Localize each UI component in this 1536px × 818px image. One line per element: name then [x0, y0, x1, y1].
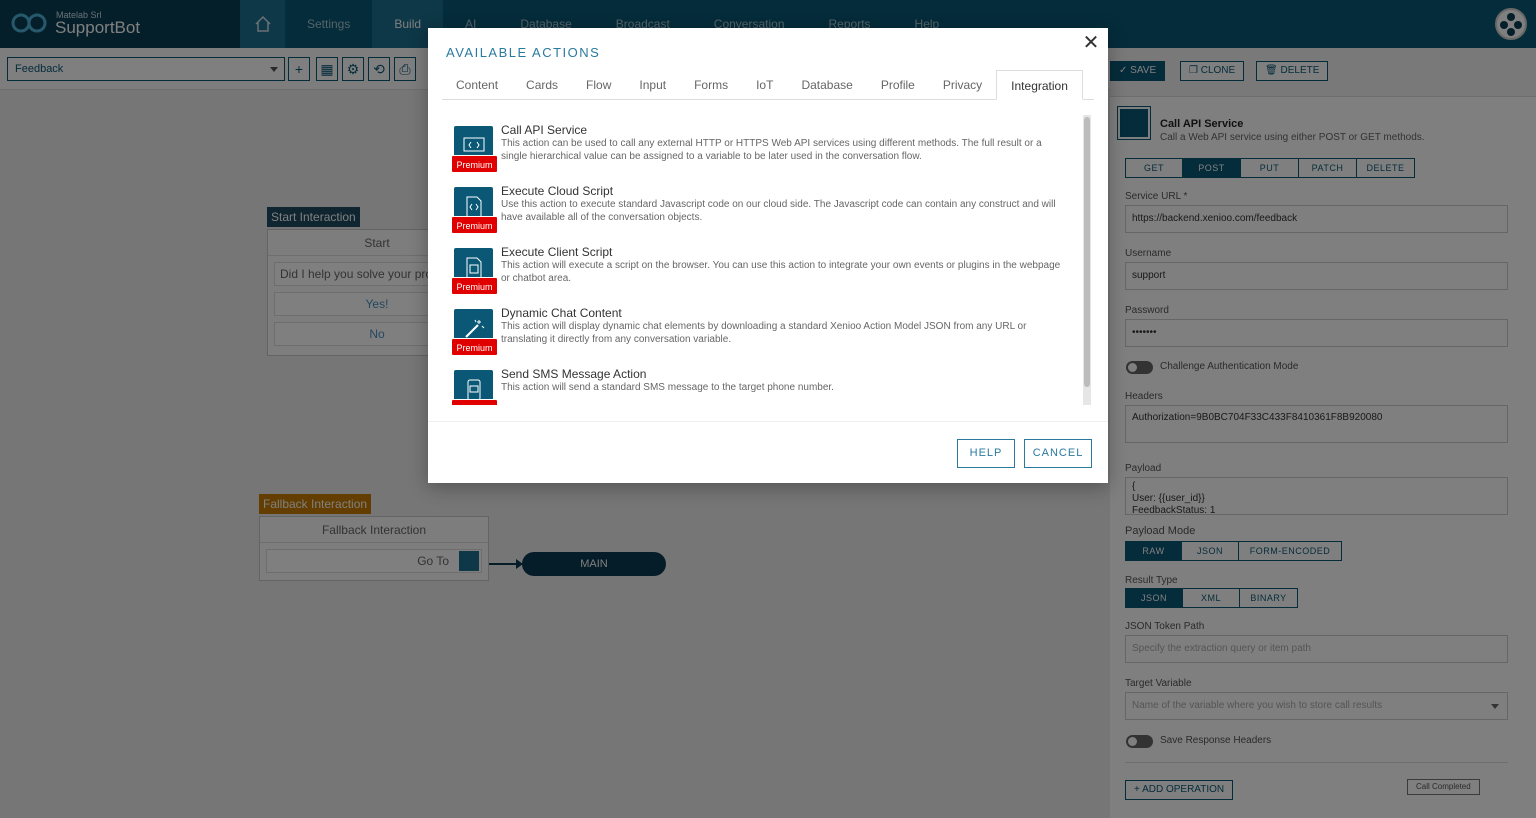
action-desc: This action can be used to call any exte…	[501, 138, 1042, 162]
dialog-title: AVAILABLE ACTIONS	[446, 45, 601, 60]
tab-profile[interactable]: Profile	[867, 70, 929, 100]
premium-badge: Premium	[451, 338, 498, 356]
premium-badge: Premium	[451, 216, 498, 234]
tab-input[interactable]: Input	[625, 70, 680, 100]
action-desc: Use this action to execute standard Java…	[501, 199, 1056, 223]
action-call-api[interactable]: Premium Call API Service This action can…	[451, 123, 1064, 181]
tab-forms[interactable]: Forms	[680, 70, 742, 100]
action-name: Execute Client Script	[501, 245, 613, 259]
tab-database[interactable]: Database	[787, 70, 866, 100]
tab-flow[interactable]: Flow	[572, 70, 625, 100]
tab-privacy[interactable]: Privacy	[929, 70, 996, 100]
action-send-sms[interactable]: Premium Send SMS Message Action This act…	[451, 367, 1064, 405]
action-name: Execute Cloud Script	[501, 184, 614, 198]
premium-badge: Premium	[451, 155, 498, 173]
action-desc: This action will display dynamic chat el…	[501, 321, 1027, 345]
premium-badge: Premium	[451, 399, 498, 405]
action-desc: This action will execute a script on the…	[501, 260, 1061, 284]
actions-list: Premium Call API Service This action can…	[442, 113, 1092, 405]
action-desc: This action will send a standard SMS mes…	[501, 382, 834, 393]
action-client-script[interactable]: Premium Execute Client Script This actio…	[451, 245, 1064, 303]
close-icon[interactable]: ✕	[1080, 32, 1102, 54]
action-cloud-script[interactable]: Premium Execute Cloud Script Use this ac…	[451, 184, 1064, 242]
action-dynamic-chat[interactable]: Premium Dynamic Chat Content This action…	[451, 306, 1064, 364]
action-name: Dynamic Chat Content	[501, 306, 622, 320]
help-button[interactable]: HELP	[957, 439, 1015, 468]
cancel-button[interactable]: CANCEL	[1024, 439, 1092, 468]
scrollbar-thumb[interactable]	[1084, 117, 1090, 387]
action-name: Send SMS Message Action	[501, 367, 647, 381]
action-category-tabs: Content Cards Flow Input Forms IoT Datab…	[442, 70, 1094, 100]
premium-badge: Premium	[451, 277, 498, 295]
action-name: Call API Service	[501, 123, 588, 137]
tab-cards[interactable]: Cards	[512, 70, 572, 100]
tab-content[interactable]: Content	[442, 70, 512, 100]
dialog-footer: HELP CANCEL	[428, 421, 1108, 483]
available-actions-dialog: AVAILABLE ACTIONS ✕ Content Cards Flow I…	[428, 28, 1108, 483]
actions-scrollbar[interactable]	[1083, 115, 1091, 405]
tab-integration[interactable]: Integration	[996, 70, 1083, 100]
tab-iot[interactable]: IoT	[742, 70, 787, 100]
